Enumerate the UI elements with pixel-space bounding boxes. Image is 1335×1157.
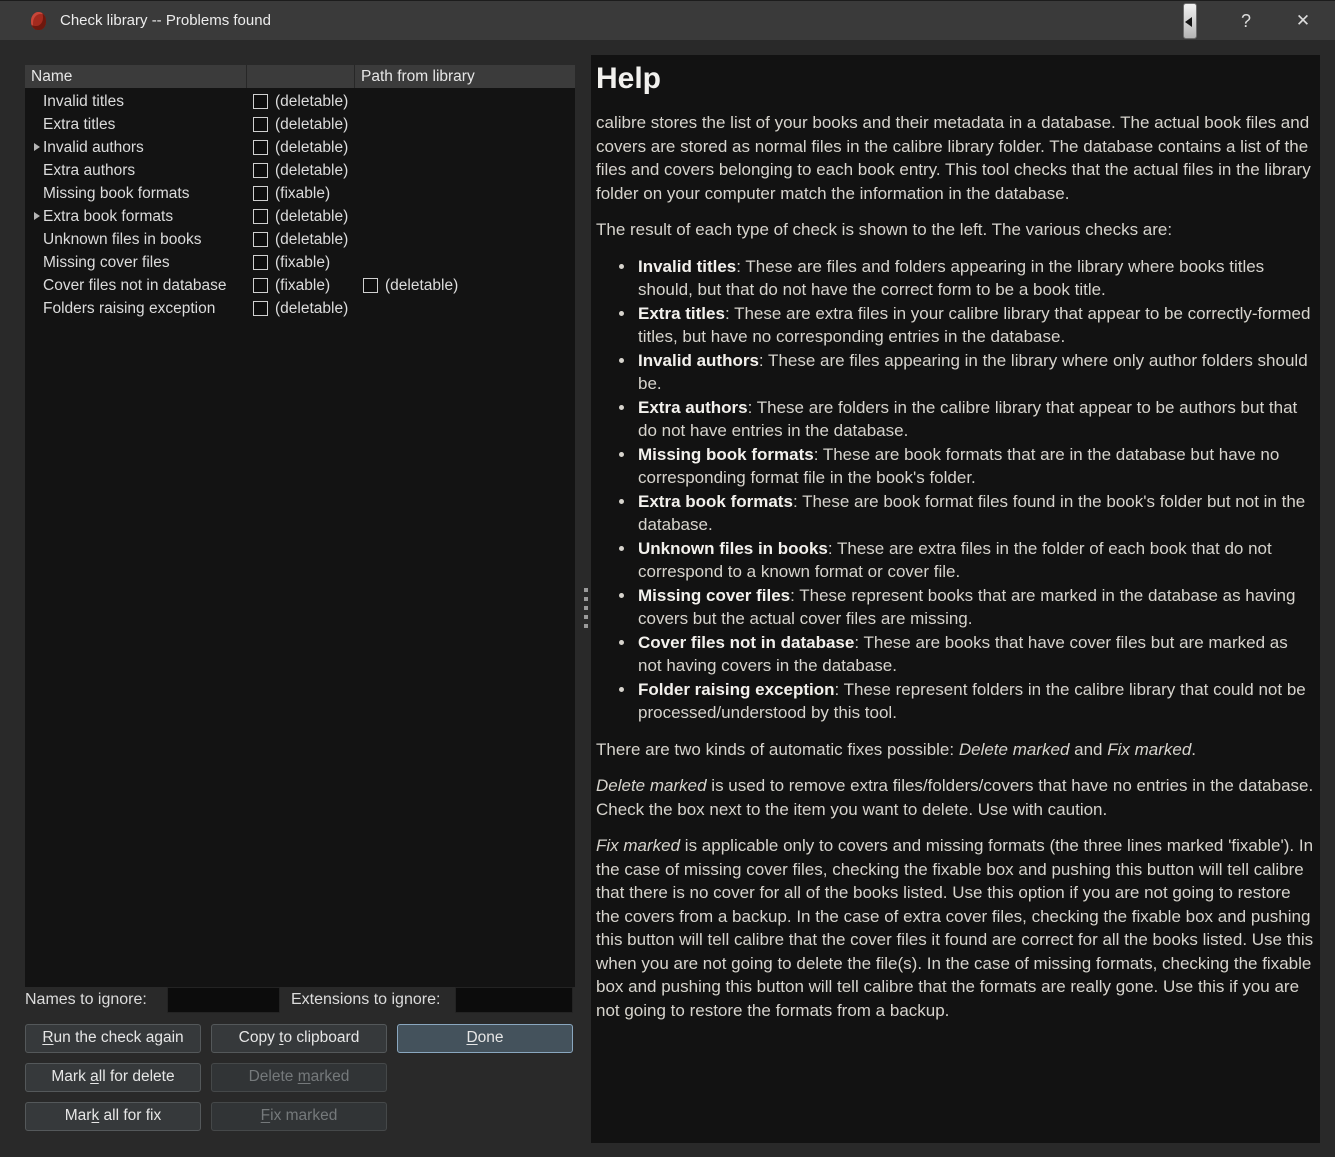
status-badge: (deletable) bbox=[275, 208, 349, 225]
help-intro: calibre stores the list of your books an… bbox=[596, 113, 1311, 203]
list-item: Cover files not in database: These are b… bbox=[636, 631, 1314, 678]
status-badge: (deletable) bbox=[275, 231, 349, 248]
delete-checkbox[interactable] bbox=[253, 117, 268, 132]
list-item: Invalid authors: These are files appeari… bbox=[636, 349, 1314, 396]
help-bullet-list: Invalid titles: These are files and fold… bbox=[596, 255, 1314, 725]
cursor-arrow-icon bbox=[1185, 17, 1192, 27]
calibre-icon bbox=[31, 12, 46, 30]
table-row-extra-book-formats[interactable]: Extra book formats (deletable) bbox=[25, 205, 575, 228]
row-label: Unknown files in books bbox=[43, 231, 202, 248]
titlebar-help-button[interactable]: ? bbox=[1226, 1, 1266, 41]
status-badge: (deletable) bbox=[275, 139, 349, 156]
row-label: Missing book formats bbox=[43, 185, 190, 202]
tree-rows: Invalid titles (deletable) Extra titles … bbox=[25, 88, 575, 320]
list-item: Unknown files in books: These are extra … bbox=[636, 537, 1314, 584]
row-label: Folders raising exception bbox=[43, 300, 216, 317]
list-item: Invalid titles: These are files and fold… bbox=[636, 255, 1314, 302]
fix-marked-button: Fix marked bbox=[211, 1102, 387, 1131]
splitter-handle[interactable] bbox=[584, 588, 589, 633]
delete-checkbox[interactable] bbox=[253, 232, 268, 247]
fix-checkbox[interactable] bbox=[253, 186, 268, 201]
row-label: Extra book formats bbox=[43, 208, 174, 225]
status-badge: (fixable) bbox=[275, 254, 331, 271]
table-row-invalid-titles[interactable]: Invalid titles (deletable) bbox=[25, 90, 575, 113]
list-item: Extra authors: These are folders in the … bbox=[636, 396, 1314, 443]
problems-tree: Name Path from library Invalid titles (d… bbox=[25, 65, 575, 987]
list-item: Extra book formats: These are book forma… bbox=[636, 490, 1314, 537]
delete-checkbox[interactable] bbox=[253, 94, 268, 109]
delete-checkbox[interactable] bbox=[253, 301, 268, 316]
row-label: Extra authors bbox=[43, 162, 136, 179]
row-label: Invalid authors bbox=[43, 139, 144, 156]
extensions-to-ignore-label: Extensions to ignore: bbox=[291, 991, 441, 1008]
help-heading: Help bbox=[596, 62, 662, 95]
list-item: Missing book formats: These are book for… bbox=[636, 443, 1314, 490]
list-item: Folder raising exception: These represen… bbox=[636, 678, 1314, 725]
row-label: Invalid titles bbox=[43, 93, 124, 110]
list-item: Extra titles: These are extra files in y… bbox=[636, 302, 1314, 349]
list-item: Missing cover files: These represent boo… bbox=[636, 584, 1314, 631]
help-panel: Help calibre stores the list of your boo… bbox=[591, 55, 1320, 1143]
table-row-extra-authors[interactable]: Extra authors (deletable) bbox=[25, 159, 575, 182]
row-label: Cover files not in database bbox=[43, 277, 227, 294]
status-badge: (deletable) bbox=[275, 116, 349, 133]
status-badge: (deletable) bbox=[275, 300, 349, 317]
text-cursor-artifact bbox=[1183, 3, 1197, 39]
status-badge: (deletable) bbox=[275, 93, 349, 110]
mark-all-for-delete-button[interactable]: Mark all for delete bbox=[25, 1063, 201, 1092]
help-delete-paragraph: Delete marked is used to remove extra fi… bbox=[596, 776, 1314, 819]
table-row-folders-raising-exception[interactable]: Folders raising exception (deletable) bbox=[25, 297, 575, 320]
window-title: Check library -- Problems found bbox=[60, 12, 271, 29]
column-header-name[interactable]: Name bbox=[25, 65, 247, 88]
extensions-to-ignore-input[interactable] bbox=[455, 987, 573, 1013]
expander-icon[interactable] bbox=[34, 212, 40, 220]
run-check-again-button[interactable]: Run the check again bbox=[25, 1024, 201, 1053]
row-label: Extra titles bbox=[43, 116, 116, 133]
close-icon[interactable]: ✕ bbox=[1283, 1, 1323, 41]
status-badge: (deletable) bbox=[275, 162, 349, 179]
help-fix-paragraph: Fix marked is applicable only to covers … bbox=[596, 836, 1314, 1020]
delete-marked-button: Delete marked bbox=[211, 1063, 387, 1092]
copy-to-clipboard-button[interactable]: Copy to clipboard bbox=[211, 1024, 387, 1053]
status-badge: (fixable) bbox=[275, 185, 331, 202]
column-header-check[interactable] bbox=[247, 65, 355, 88]
table-row-invalid-authors[interactable]: Invalid authors (deletable) bbox=[25, 136, 575, 159]
delete-checkbox[interactable] bbox=[253, 140, 268, 155]
help-checks-lead: The result of each type of check is show… bbox=[596, 220, 1173, 239]
mark-all-for-fix-button[interactable]: Mark all for fix bbox=[25, 1102, 201, 1131]
column-header-path[interactable]: Path from library bbox=[355, 65, 575, 88]
table-row-missing-cover-files[interactable]: Missing cover files (fixable) bbox=[25, 251, 575, 274]
delete-checkbox[interactable] bbox=[363, 278, 378, 293]
table-row-missing-book-formats[interactable]: Missing book formats (fixable) bbox=[25, 182, 575, 205]
delete-checkbox[interactable] bbox=[253, 209, 268, 224]
fix-checkbox[interactable] bbox=[253, 255, 268, 270]
help-fixes-paragraph: There are two kinds of automatic fixes p… bbox=[596, 739, 1197, 759]
expander-icon[interactable] bbox=[34, 143, 40, 151]
fix-checkbox[interactable] bbox=[253, 278, 268, 293]
delete-checkbox[interactable] bbox=[253, 163, 268, 178]
tree-header: Name Path from library bbox=[25, 65, 575, 88]
row-label: Missing cover files bbox=[43, 254, 170, 271]
table-row-cover-files-not-in-db[interactable]: Cover files not in database (fixable) (d… bbox=[25, 274, 575, 297]
titlebar: Check library -- Problems found ? ✕ bbox=[0, 0, 1335, 40]
table-row-unknown-files[interactable]: Unknown files in books (deletable) bbox=[25, 228, 575, 251]
names-to-ignore-input[interactable] bbox=[167, 987, 280, 1013]
names-to-ignore-label: Names to ignore: bbox=[25, 991, 147, 1008]
status-badge: (fixable) bbox=[275, 277, 331, 294]
status-badge: (deletable) bbox=[385, 277, 459, 294]
table-row-extra-titles[interactable]: Extra titles (deletable) bbox=[25, 113, 575, 136]
done-button[interactable]: Done bbox=[397, 1024, 573, 1053]
